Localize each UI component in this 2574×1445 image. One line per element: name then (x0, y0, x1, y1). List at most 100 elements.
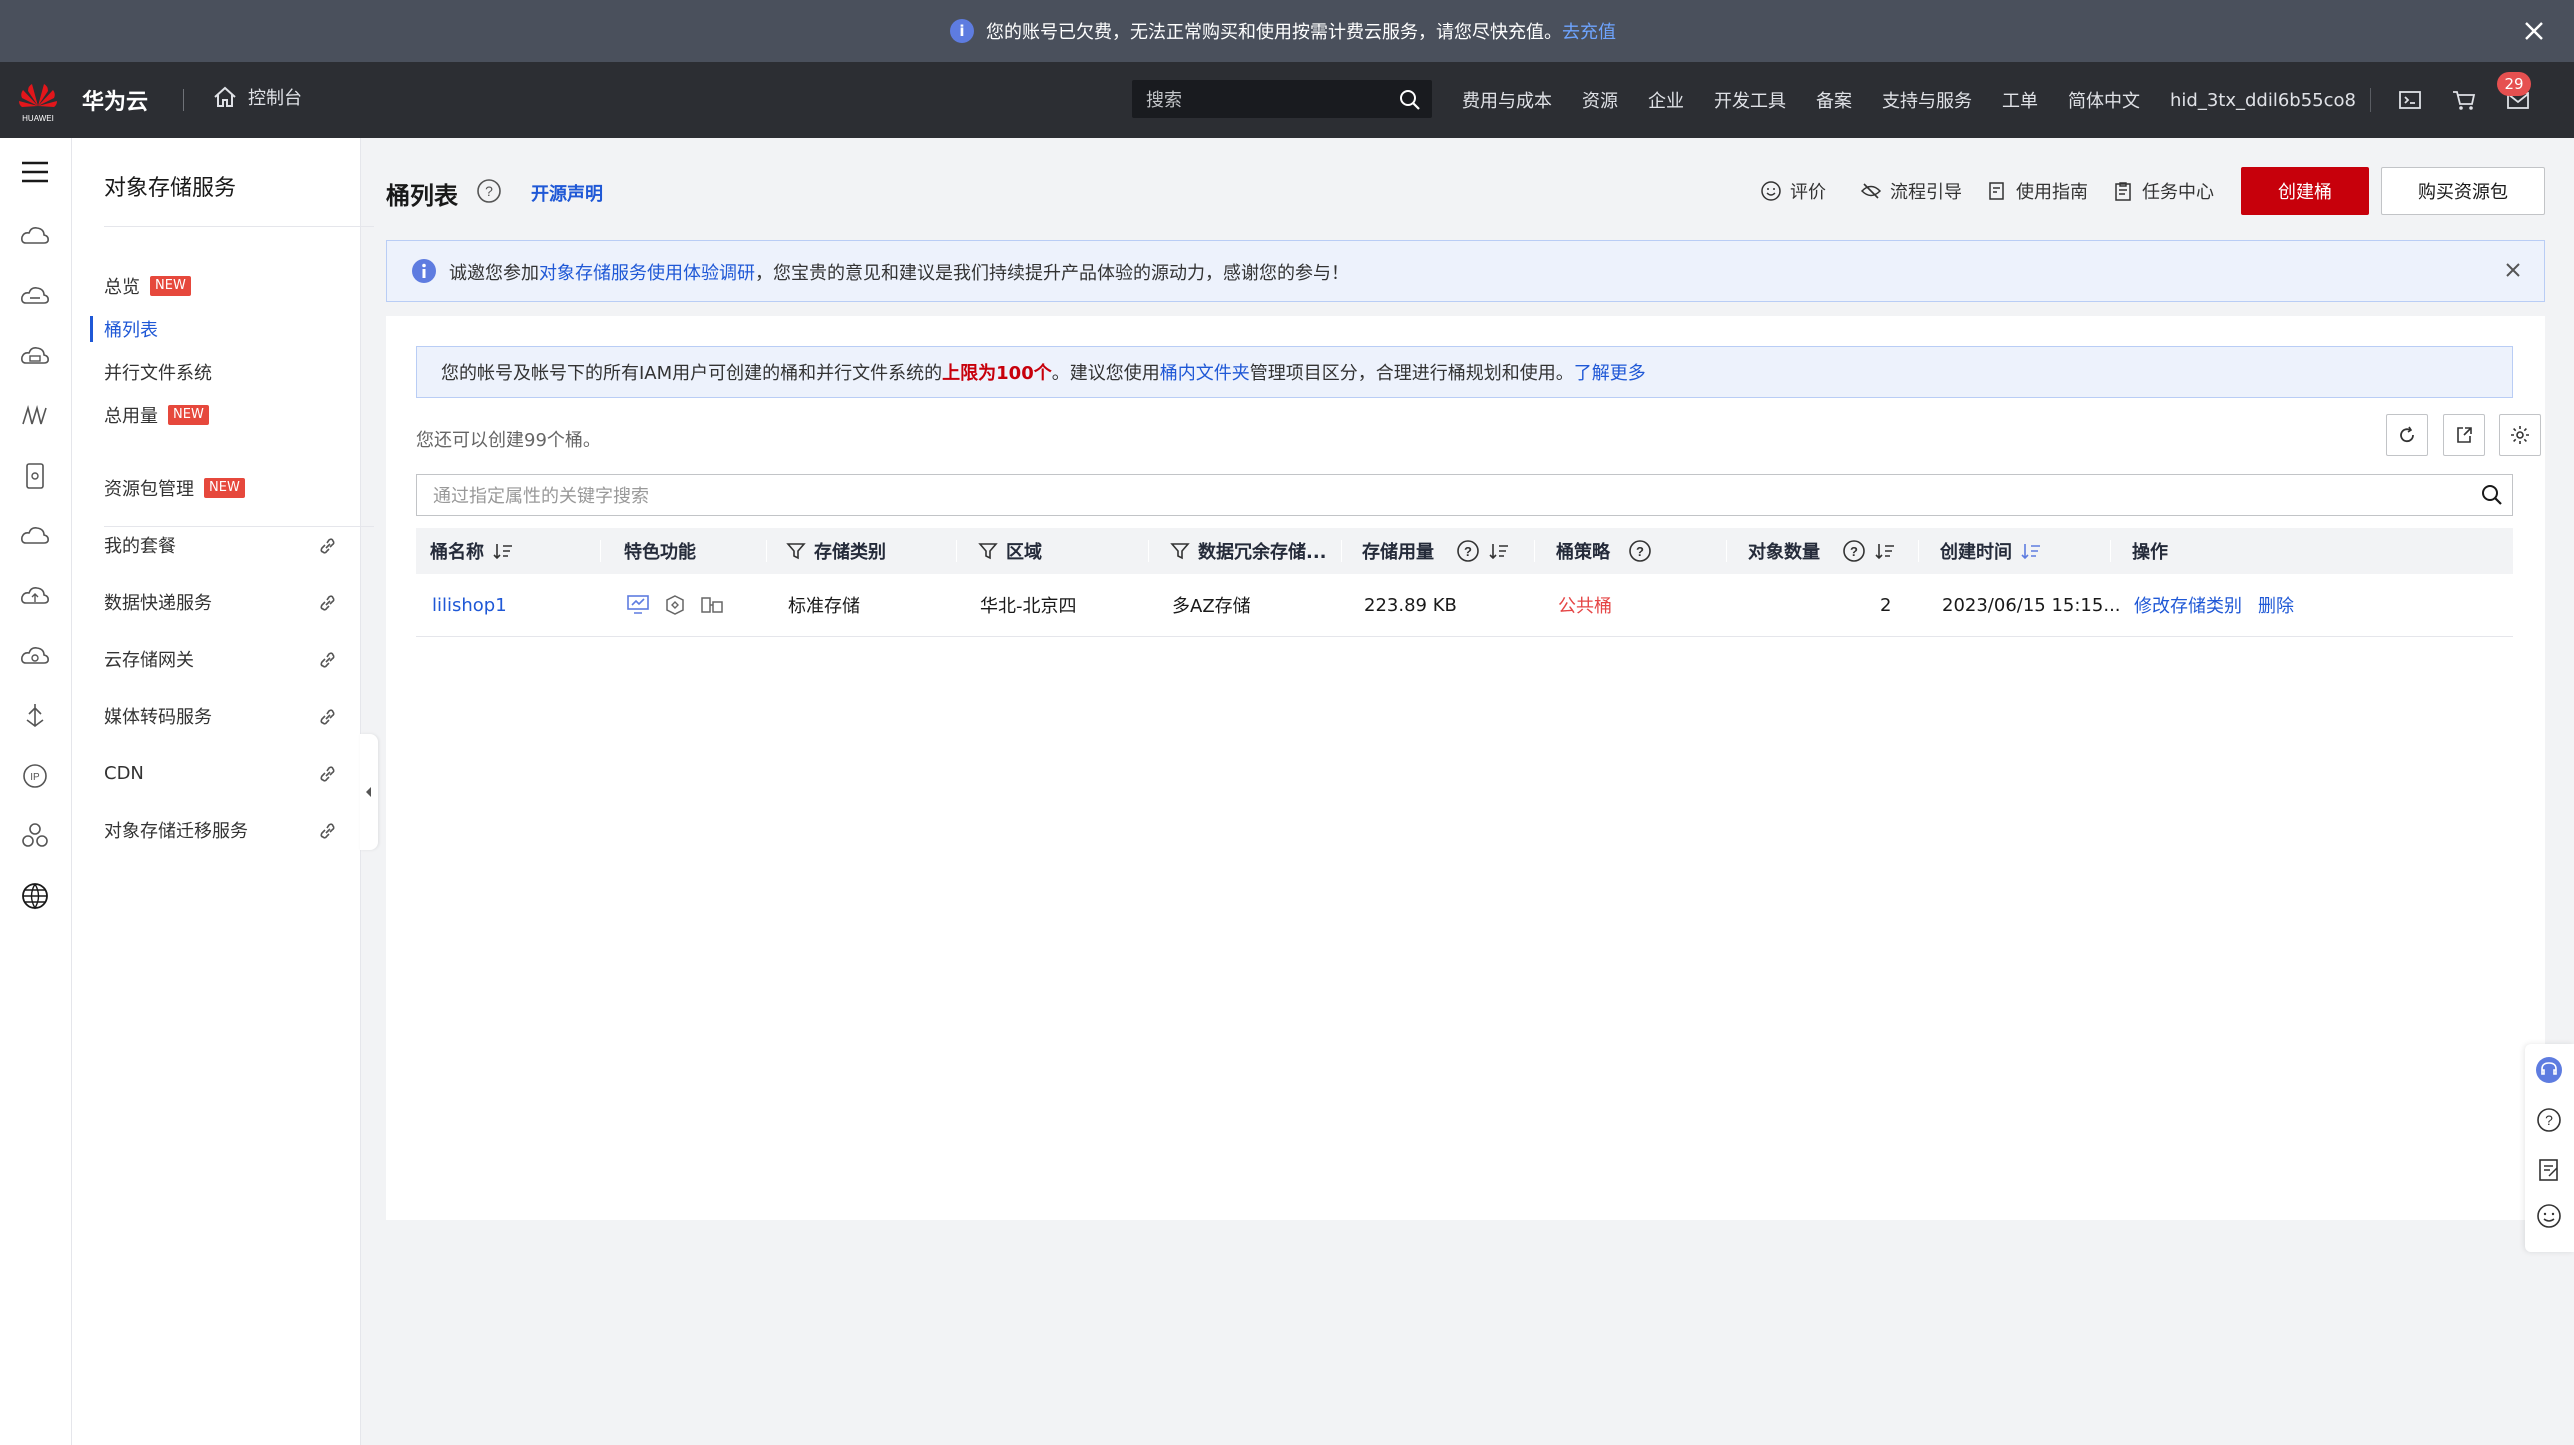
cloud-container-icon[interactable] (17, 278, 53, 314)
static-website-icon[interactable] (626, 594, 650, 616)
nav-tickets[interactable]: 工单 (2002, 87, 2038, 113)
globe-icon[interactable] (17, 878, 53, 914)
recharge-link[interactable]: 去充值 (1562, 18, 1616, 44)
sort-icon[interactable] (492, 541, 514, 561)
search-icon[interactable] (2480, 483, 2504, 507)
filter-icon[interactable] (786, 541, 806, 561)
sidebar-link-migration[interactable]: 对象存储迁移服务 (104, 815, 248, 845)
top-header: HUAWEI 华为云 控制台 搜索 费用与成本 资源 企业 开发工具 备案 支持… (0, 62, 2574, 138)
column-label: 桶名称 (430, 542, 484, 563)
replication-icon[interactable] (700, 594, 724, 616)
console-link[interactable]: 控制台 (212, 84, 302, 110)
rate-label: 评价 (1790, 182, 1826, 203)
survey-link[interactable]: 对象存储服务使用体验调研 (539, 263, 755, 284)
settings-button[interactable] (2499, 414, 2541, 456)
cluster-icon[interactable] (17, 818, 53, 854)
external-link-icon[interactable] (318, 821, 338, 841)
external-link-icon[interactable] (318, 707, 338, 727)
refresh-button[interactable] (2386, 414, 2428, 456)
nav-devtools[interactable]: 开发工具 (1714, 87, 1786, 113)
buy-package-button[interactable]: 购买资源包 (2381, 167, 2545, 215)
encryption-icon[interactable] (664, 594, 686, 616)
help-icon[interactable]: ? (1456, 539, 1480, 563)
col-redundancy[interactable]: 数据冗余存储... (1170, 528, 1327, 574)
modify-storage-class-link[interactable]: 修改存储类别 (2134, 592, 2242, 618)
sidebar-link-data-express[interactable]: 数据快递服务 (104, 587, 212, 617)
nav-support[interactable]: 支持与服务 (1882, 87, 1972, 113)
column-label: 对象数量 (1748, 542, 1820, 563)
ip-icon[interactable]: IP (17, 758, 53, 794)
bucket-name-link[interactable]: lilishop1 (432, 595, 507, 616)
cloud-upload-icon[interactable] (17, 578, 53, 614)
close-icon[interactable] (2520, 17, 2548, 45)
sidebar-link-storage-gateway[interactable]: 云存储网关 (104, 644, 194, 674)
help-icon[interactable]: ? (1842, 539, 1866, 563)
cloud-server-icon[interactable] (17, 218, 53, 254)
sort-icon[interactable] (1874, 541, 1896, 561)
col-bucket-policy: 桶策略 ? (1556, 528, 1652, 574)
col-region[interactable]: 区域 (978, 528, 1042, 574)
sort-icon[interactable] (1488, 541, 1510, 561)
sidebar-item-package-mgmt[interactable]: 资源包管理 NEW (104, 473, 245, 503)
nav-resource[interactable]: 资源 (1582, 87, 1618, 113)
sidebar-link-cdn[interactable]: CDN (104, 758, 144, 788)
rate-button[interactable]: 评价 (1760, 178, 1826, 204)
nav-filing[interactable]: 备案 (1816, 87, 1852, 113)
brand-name[interactable]: 华为云 (82, 84, 148, 116)
cloud-icon[interactable] (17, 518, 53, 554)
help-icon[interactable]: ? (476, 178, 502, 204)
sidebar-collapse-handle[interactable] (360, 734, 378, 850)
sidebar-item-overview[interactable]: 总览 NEW (104, 271, 191, 301)
feedback-icon[interactable] (2535, 1156, 2563, 1184)
close-icon[interactable] (2502, 259, 2524, 281)
open-source-link[interactable]: 开源声明 (531, 180, 603, 206)
sidebar-link-media-transcode[interactable]: 媒体转码服务 (104, 701, 212, 731)
sidebar-item-parallel-fs[interactable]: 并行文件系统 (104, 357, 212, 387)
help-icon[interactable]: ? (1628, 539, 1652, 563)
sidebar-item-total-usage[interactable]: 总用量 NEW (104, 400, 209, 430)
col-created-time[interactable]: 创建时间 (1940, 528, 2042, 574)
satisfaction-icon[interactable] (2535, 1202, 2563, 1230)
table-row: lilishop1 标准存储 华北-北京四 多AZ存储 223.89 KB 公共… (416, 574, 2513, 637)
cloud-storage-icon[interactable] (17, 338, 53, 374)
learn-more-link[interactable]: 了解更多 (1574, 359, 1646, 385)
sort-desc-icon[interactable] (2020, 541, 2042, 561)
sidebar-divider (104, 526, 374, 527)
nav-language[interactable]: 简体中文 (2068, 87, 2140, 113)
menu-icon[interactable] (17, 154, 53, 190)
process-guide-button[interactable]: 流程引导 (1860, 178, 1962, 204)
external-link-icon[interactable] (318, 593, 338, 613)
search-icon[interactable] (1398, 88, 1422, 112)
nav-account[interactable]: hid_3tx_ddil6b55co8 (2170, 90, 2356, 111)
cloud-shell-icon[interactable] (2396, 86, 2424, 114)
database-icon[interactable] (17, 458, 53, 494)
filter-icon[interactable] (978, 541, 998, 561)
help-icon[interactable]: ? (2535, 1106, 2563, 1134)
global-search-input[interactable]: 搜索 (1132, 80, 1432, 118)
user-guide-button[interactable]: 使用指南 (1986, 178, 2088, 204)
col-storage-usage[interactable]: 存储用量 ? (1362, 528, 1510, 574)
cart-icon[interactable] (2450, 86, 2478, 114)
cloud-sync-icon[interactable] (17, 638, 53, 674)
deploy-icon[interactable] (17, 698, 53, 734)
task-center-button[interactable]: 任务中心 (2112, 178, 2214, 204)
external-link-icon[interactable] (318, 536, 338, 556)
customer-service-icon[interactable] (2535, 1056, 2563, 1084)
bucket-search-input[interactable]: 通过指定属性的关键字搜索 (416, 474, 2513, 516)
filter-icon[interactable] (1170, 541, 1190, 561)
nav-enterprise[interactable]: 企业 (1648, 87, 1684, 113)
folder-link[interactable]: 桶内文件夹 (1160, 359, 1250, 385)
sidebar-link-my-package[interactable]: 我的套餐 (104, 530, 176, 560)
sidebar-item-bucket-list[interactable]: 桶列表 (104, 314, 158, 344)
delete-link[interactable]: 删除 (2258, 592, 2294, 618)
external-link-icon[interactable] (318, 650, 338, 670)
external-link-icon[interactable] (318, 764, 338, 784)
create-bucket-button[interactable]: 创建桶 (2241, 167, 2369, 215)
col-bucket-name[interactable]: 桶名称 (430, 528, 514, 574)
col-storage-class[interactable]: 存储类别 (786, 528, 886, 574)
network-icon[interactable] (17, 398, 53, 434)
col-object-count[interactable]: 对象数量 ? (1748, 528, 1896, 574)
export-button[interactable] (2443, 414, 2485, 456)
nav-cost[interactable]: 费用与成本 (1462, 87, 1552, 113)
huawei-logo-icon[interactable]: HUAWEI (14, 76, 62, 124)
